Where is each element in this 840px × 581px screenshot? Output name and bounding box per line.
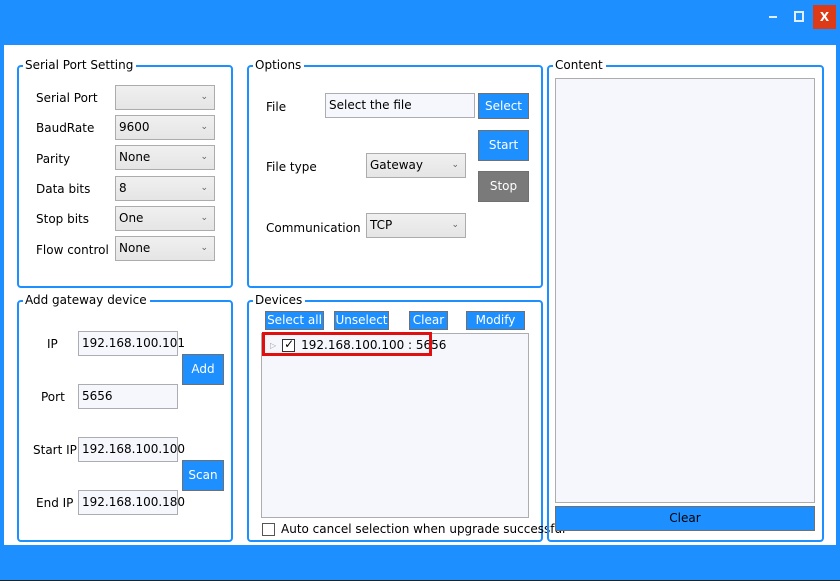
- file-type-label: File type: [266, 160, 317, 174]
- title-bar: X: [0, 0, 840, 45]
- chevron-down-icon: ⌄: [200, 92, 208, 102]
- serial-port-label: Serial Port: [36, 91, 98, 105]
- parity-label: Parity: [36, 152, 71, 166]
- parity-select[interactable]: None ⌄: [115, 145, 215, 170]
- baudrate-select[interactable]: 9600 ⌄: [115, 115, 215, 140]
- file-type-value: Gateway: [370, 158, 424, 172]
- data-bits-label: Data bits: [36, 182, 91, 196]
- auto-cancel-row[interactable]: Auto cancel selection when upgrade succe…: [262, 522, 565, 536]
- minimize-button[interactable]: [764, 5, 784, 25]
- scan-button[interactable]: Scan: [182, 460, 224, 491]
- stop-button[interactable]: Stop: [478, 171, 529, 202]
- file-label: File: [266, 100, 287, 114]
- content-textarea[interactable]: [555, 78, 815, 503]
- serial-port-select[interactable]: ⌄: [115, 85, 215, 110]
- auto-cancel-checkbox[interactable]: [262, 522, 275, 536]
- chevron-down-icon: ⌄: [451, 160, 459, 170]
- unselect-button[interactable]: Unselect: [334, 311, 389, 330]
- port-input[interactable]: 5656: [78, 384, 178, 409]
- modify-button[interactable]: Modify: [466, 311, 525, 330]
- device-checkbox[interactable]: [282, 337, 296, 352]
- start-ip-input[interactable]: 192.168.100.100: [78, 437, 185, 462]
- baudrate-label: BaudRate: [36, 121, 95, 135]
- close-icon: X: [819, 10, 830, 24]
- communication-label: Communication: [266, 221, 361, 235]
- port-label: Port: [41, 390, 65, 404]
- maximize-button[interactable]: [788, 5, 808, 25]
- communication-value: TCP: [370, 218, 393, 232]
- select-all-button[interactable]: Select all: [265, 311, 324, 330]
- device-tree-item[interactable]: ▷ 192.168.100.100 : 5656: [270, 336, 446, 354]
- chevron-down-icon: ⌄: [200, 213, 208, 223]
- data-bits-value: 8: [119, 181, 127, 195]
- stop-bits-value: One: [119, 211, 144, 225]
- chevron-down-icon: ⌄: [200, 122, 208, 132]
- chevron-down-icon: ⌄: [200, 152, 208, 162]
- expand-arrow-icon[interactable]: ▷: [270, 341, 276, 350]
- add-gateway-title: Add gateway device: [23, 292, 150, 308]
- end-ip-label: End IP: [36, 496, 74, 510]
- ip-label: IP: [47, 337, 58, 351]
- serial-port-title: Serial Port Setting: [23, 57, 137, 73]
- start-ip-label: Start IP: [33, 443, 77, 457]
- end-ip-input[interactable]: 192.168.100.180: [78, 490, 185, 515]
- devices-title: Devices: [253, 292, 306, 308]
- file-path-input[interactable]: Select the file: [325, 93, 475, 118]
- chevron-down-icon: ⌄: [451, 220, 459, 230]
- flow-control-select[interactable]: None ⌄: [115, 236, 215, 261]
- flow-control-label: Flow control: [36, 243, 109, 257]
- communication-select[interactable]: TCP ⌄: [366, 213, 466, 238]
- devices-tree[interactable]: ▷ 192.168.100.100 : 5656: [261, 333, 529, 518]
- devices-clear-button[interactable]: Clear: [409, 311, 448, 330]
- file-type-select[interactable]: Gateway ⌄: [366, 153, 466, 178]
- flow-control-value: None: [119, 241, 151, 255]
- data-bits-select[interactable]: 8 ⌄: [115, 176, 215, 201]
- chevron-down-icon: ⌄: [200, 183, 208, 193]
- baudrate-value: 9600: [119, 120, 150, 134]
- stop-bits-select[interactable]: One ⌄: [115, 206, 215, 231]
- content-title: Content: [553, 57, 606, 73]
- content-clear-button[interactable]: Clear: [555, 506, 815, 531]
- add-button[interactable]: Add: [182, 354, 224, 385]
- options-title: Options: [253, 57, 305, 73]
- select-file-button[interactable]: Select: [478, 93, 529, 119]
- chevron-down-icon: ⌄: [200, 243, 208, 253]
- start-button[interactable]: Start: [478, 130, 529, 161]
- stop-bits-label: Stop bits: [36, 212, 90, 226]
- auto-cancel-label: Auto cancel selection when upgrade succe…: [281, 522, 566, 536]
- ip-input[interactable]: 192.168.100.101: [78, 331, 185, 356]
- status-strip: [0, 545, 840, 580]
- parity-value: None: [119, 150, 151, 164]
- device-label: 192.168.100.100 : 5656: [301, 338, 447, 352]
- close-button[interactable]: X: [813, 5, 836, 29]
